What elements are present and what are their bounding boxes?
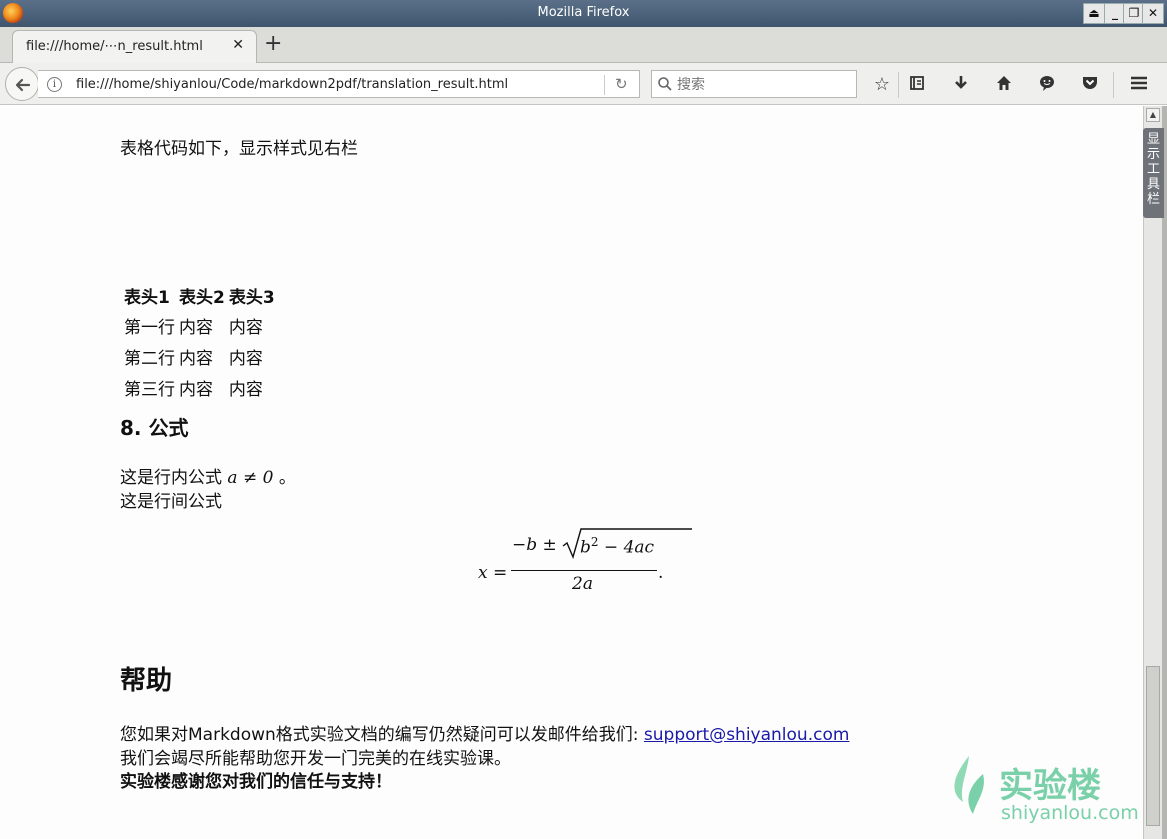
toolbar-divider (1113, 72, 1114, 98)
scrollbar-thumb[interactable] (1146, 666, 1160, 826)
table-header-cell: 表头1 (124, 288, 170, 308)
window-close-icon[interactable]: ✕ (1142, 3, 1164, 24)
table-cell: 内容 (228, 318, 263, 338)
help-contact-line: 您如果对Markdown格式实验文档的编写仍然疑问可以发邮件给我们: suppo… (120, 720, 849, 745)
reload-icon[interactable]: ↻ (615, 75, 628, 93)
table-cell: 内容 (228, 349, 263, 369)
table-header-row: 表头1 表头2 表头3 (122, 280, 277, 310)
window-title: Mozilla Firefox (537, 5, 630, 20)
back-button[interactable] (5, 67, 39, 101)
site-info-icon[interactable]: i (47, 77, 62, 92)
url-text[interactable]: file:///home/shiyanlou/Code/markdown2pdf… (76, 77, 508, 92)
fraction-bar (511, 570, 657, 572)
scroll-up-arrow-icon[interactable]: ▲ (1146, 108, 1160, 122)
pocket-icon[interactable] (1079, 74, 1101, 96)
navigation-toolbar: i file:///home/shiyanlou/Code/markdown2p… (0, 63, 1167, 105)
tab-close-icon[interactable]: ✕ (232, 37, 244, 53)
tab-active[interactable]: file:///home/⋯n_result.html ✕ (12, 30, 257, 64)
inline-formula-suffix: 。 (278, 468, 296, 488)
quadratic-formula: x = −b ± b2 − 4ac 2a . (476, 526, 692, 596)
url-bar[interactable]: i file:///home/shiyanlou/Code/markdown2p… (38, 70, 640, 98)
inline-formula: a ≠ 0 (227, 468, 274, 488)
formula-period: . (658, 563, 664, 583)
table-cell: 第一行 (124, 318, 175, 338)
support-email-link[interactable]: support@shiyanlou.com (644, 725, 850, 745)
formula-numerator: −b ± (512, 535, 557, 555)
toolbar-divider (898, 72, 899, 98)
shiyanlou-leaf-logo-icon (954, 756, 984, 814)
inline-formula-prefix: 这是行内公式 (120, 468, 222, 488)
tab-title: file:///home/⋯n_result.html (26, 39, 203, 54)
search-icon (658, 77, 672, 91)
hamburger-menu-icon[interactable] (1128, 74, 1150, 96)
table-row: 第二行 内容 内容 (122, 341, 277, 372)
new-tab-plus-icon[interactable]: + (264, 32, 282, 56)
search-input[interactable] (677, 75, 847, 95)
help-promise-line: 我们会竭尽所能帮助您开发一门完美的在线实验课。 (120, 749, 511, 769)
table-row: 第三行 内容 内容 (122, 372, 277, 403)
table-cell: 内容 (179, 380, 213, 400)
search-bar[interactable] (651, 70, 857, 98)
table-cell: 内容 (228, 380, 263, 400)
help-thanks-line: 实验楼感谢您对我们的信任与支持！ (120, 772, 392, 792)
help-contact-text: 您如果对Markdown格式实验文档的编写仍然疑问可以发邮件给我们: (120, 725, 644, 745)
downloads-icon[interactable] (950, 74, 972, 96)
formula-equals: = (493, 563, 508, 583)
window-shade-icon[interactable]: ⏏ (1083, 3, 1105, 24)
formula-denominator: 2a (572, 574, 593, 594)
table-cell: 内容 (179, 349, 213, 369)
show-toolbar-toggle[interactable]: 显示工具栏 (1143, 128, 1164, 218)
table-cell: 内容 (179, 318, 213, 338)
block-formula-intro: 这是行间公式 (120, 492, 222, 512)
shiyanlou-watermark: 实验楼 shiyanlou.com (947, 754, 1139, 824)
urlbar-divider (604, 75, 605, 95)
formula-section-heading: 8. 公式 (120, 416, 189, 440)
bookmark-star-icon[interactable]: ☆ (871, 74, 893, 96)
chat-hello-icon[interactable] (1036, 74, 1058, 96)
markdown-table: 表头1 表头2 表头3 第一行 内容 内容 第二行 内容 内容 第三行 内容 内… (122, 280, 277, 403)
window-titlebar: Mozilla Firefox ⏏ _ ❐ ✕ (0, 0, 1167, 27)
back-arrow-icon (15, 78, 31, 92)
tab-bar: file:///home/⋯n_result.html ✕ + (0, 27, 1167, 64)
watermark-brand: 实验楼 (999, 766, 1101, 806)
formula-radicand: b2 − 4ac (580, 535, 655, 558)
table-cell: 第三行 (124, 380, 175, 400)
help-heading: 帮助 (120, 666, 173, 696)
table-header-cell: 表头2 (179, 288, 225, 308)
table-header-cell: 表头3 (228, 288, 275, 308)
table-row: 第一行 内容 内容 (122, 310, 277, 341)
page-content: 表格代码如下，显示样式见右栏 表头1 表头2 表头3 第一行 内容 内容 第二行… (0, 106, 1143, 839)
reading-list-icon[interactable] (906, 74, 928, 96)
table-intro-text: 表格代码如下，显示样式见右栏 (120, 139, 358, 159)
home-icon[interactable] (993, 74, 1015, 96)
table-cell: 第二行 (124, 349, 175, 369)
watermark-domain: shiyanlou.com (1001, 802, 1139, 824)
formula-lhs: x (478, 563, 488, 583)
inline-formula-line: 这是行内公式 a ≠ 0 。 (120, 463, 296, 488)
